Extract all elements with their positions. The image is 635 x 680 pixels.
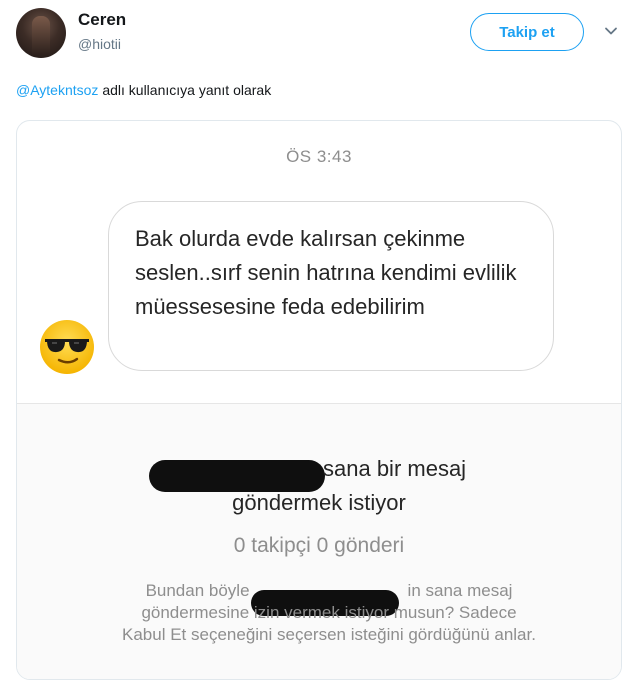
- reply-context: @Aytekntsoz adlı kullanıcıya yanıt olara…: [16, 82, 271, 98]
- reply-mention-link[interactable]: @Aytekntsoz: [16, 82, 98, 98]
- description-line3: Kabul Et seçeneğini seçersen isteğini gö…: [122, 625, 536, 644]
- reply-context-text: adlı kullanıcıya yanıt olarak: [98, 82, 272, 98]
- request-text-line2: göndermek istiyor: [232, 490, 406, 515]
- request-text-line1: sana bir mesaj: [323, 456, 467, 481]
- redacted-username: [149, 460, 325, 492]
- author-handle[interactable]: @hiotii: [78, 36, 121, 52]
- author-name[interactable]: Ceren: [78, 10, 126, 30]
- sunglasses-emoji-icon: [40, 320, 94, 374]
- avatar-figure: [32, 16, 50, 56]
- follower-stats: 0 takipçi 0 gönderi: [233, 534, 405, 557]
- avatar[interactable]: [16, 8, 66, 58]
- tweet-media-screenshot[interactable]: ÖS 3:43 Bak olurda evde kalırsan çekinme…: [16, 120, 622, 680]
- message-bubble: Bak olurda evde kalırsan çekinme seslen.…: [108, 201, 554, 371]
- description-line1-end: in sana mesaj: [407, 581, 513, 600]
- follow-button[interactable]: Takip et: [470, 13, 584, 51]
- description-line1: Bundan böyle in sana mesaj: [67, 580, 591, 602]
- description-line1-start: Bundan böyle: [145, 581, 250, 600]
- request-description: Bundan böyle in sana mesaj göndermesine i…: [67, 580, 591, 646]
- message-request-panel: sana bir mesaj göndermek istiyor 0 takip…: [17, 403, 621, 679]
- description-line2: göndermesine izin vermek istiyor musun? …: [141, 603, 517, 622]
- message-time: ÖS 3:43: [286, 147, 352, 166]
- chevron-down-icon[interactable]: [604, 24, 618, 38]
